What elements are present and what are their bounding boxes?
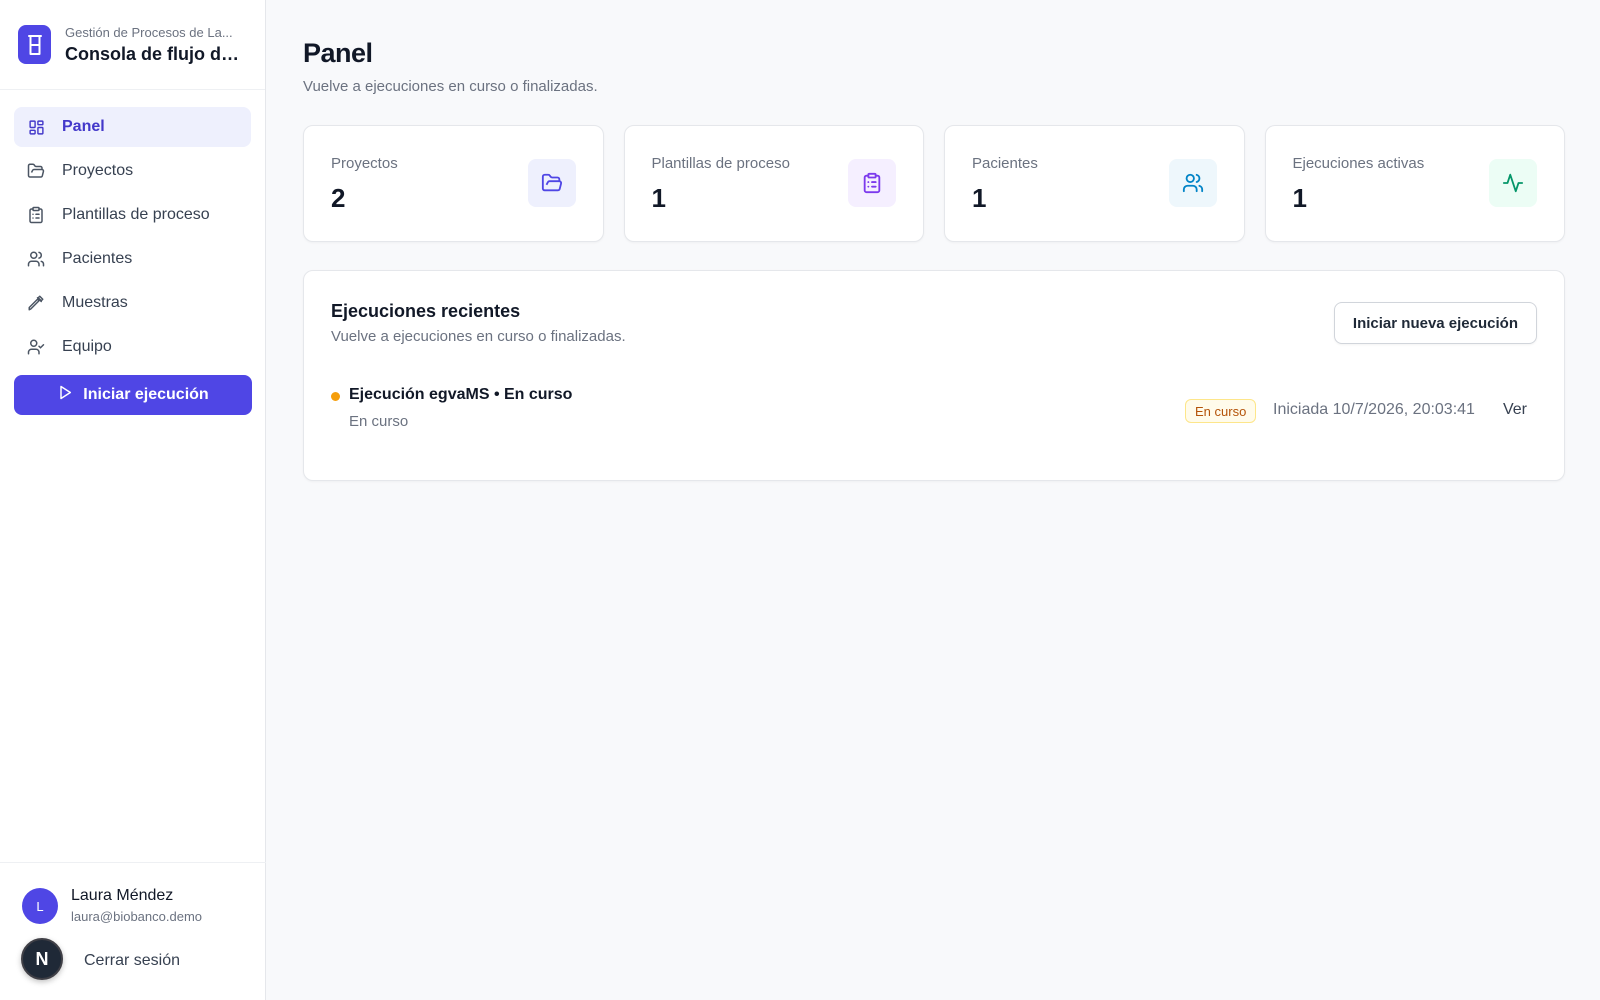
dashboard-icon (27, 118, 45, 136)
clipboard-icon (27, 206, 45, 224)
page-title: Panel (303, 38, 373, 68)
new-run-button[interactable]: Iniciar nueva ejecución (1333, 302, 1537, 344)
stat-value: 1 (1292, 183, 1307, 213)
status-badge: En curso (1185, 399, 1257, 423)
sidebar-item-label: Panel (62, 118, 105, 135)
n-badge[interactable]: N (21, 938, 63, 980)
sidebar-item-label: Plantillas de proceso (62, 206, 210, 223)
stat-card-plantillas: Plantillas de proceso 1 (623, 125, 924, 242)
users-icon (1168, 159, 1217, 207)
user-email: laura@biobanco.demo (71, 909, 203, 924)
folder-open-icon (527, 159, 576, 207)
run-started-at: Iniciada 10/7/2026, 20:03:41 (1273, 401, 1475, 418)
pipette-icon (27, 294, 45, 312)
sidebar-nav: Panel Proyectos Plantillas de proceso Pa… (0, 90, 265, 415)
stat-value: 1 (651, 183, 666, 213)
run-title: Ejecución egvaMS • En curso (349, 386, 573, 403)
avatar[interactable]: L (22, 888, 58, 924)
stat-label: Pacientes (972, 155, 1038, 172)
stat-label: Proyectos (331, 155, 398, 172)
stat-card-pacientes: Pacientes 1 (944, 125, 1245, 242)
user-area: L Laura Méndez laura@biobanco.demo N Cer… (0, 862, 266, 1000)
stat-value: 1 (972, 183, 987, 213)
clipboard-list-icon (848, 159, 896, 207)
recent-runs-title: Ejecuciones recientes (331, 301, 521, 321)
sidebar-item-label: Proyectos (62, 162, 134, 179)
sidebar-item-label: Equipo (62, 338, 112, 355)
sidebar-item-proyectos[interactable]: Proyectos (14, 151, 251, 191)
logout-button[interactable]: Cerrar sesión (84, 952, 180, 970)
stat-card-proyectos: Proyectos 2 (303, 125, 604, 242)
start-run-button[interactable]: Iniciar ejecución (14, 375, 252, 415)
folder-icon (27, 162, 45, 180)
status-dot (331, 392, 340, 401)
stat-label: Ejecuciones activas (1292, 155, 1425, 172)
list-item[interactable]: Ejecución egvaMS • En curso En curso En … (331, 383, 1539, 443)
stats-row: Proyectos 2 Plantillas de proceso 1 Paci… (303, 125, 1565, 242)
sidebar-item-plantillas[interactable]: Plantillas de proceso (14, 195, 251, 235)
run-status-text: En curso (349, 413, 409, 430)
sidebar-item-equipo[interactable]: Equipo (14, 327, 251, 367)
sidebar-item-label: Muestras (62, 294, 128, 311)
sidebar-item-panel[interactable]: Panel (14, 107, 251, 147)
brand-title: Consola de flujo de ... (65, 43, 247, 64)
view-run-link[interactable]: Ver (1503, 401, 1527, 419)
start-run-label: Iniciar ejecución (83, 386, 209, 403)
page-subtitle: Vuelve a ejecuciones en curso o finaliza… (303, 78, 598, 95)
brand-subtitle: Gestión de Procesos de La... (65, 24, 233, 40)
user-name: Laura Méndez (71, 887, 174, 904)
users-icon (27, 250, 45, 268)
recent-runs-subtitle: Vuelve a ejecuciones en curso o finaliza… (331, 328, 626, 345)
user-check-icon (27, 338, 45, 356)
brand-header: Gestión de Procesos de La... Consola de … (0, 0, 265, 90)
sidebar: Gestión de Procesos de La... Consola de … (0, 0, 266, 1000)
activity-icon (1489, 159, 1537, 207)
play-icon (57, 384, 73, 406)
stat-card-ejecuciones: Ejecuciones activas 1 (1264, 125, 1565, 242)
stat-label: Plantillas de proceso (651, 155, 790, 172)
recent-runs-card: Ejecuciones recientes Vuelve a ejecucion… (303, 270, 1565, 481)
sidebar-item-muestras[interactable]: Muestras (14, 283, 251, 323)
sidebar-item-label: Pacientes (62, 250, 133, 267)
beaker-icon (18, 25, 51, 64)
sidebar-item-pacientes[interactable]: Pacientes (14, 239, 251, 279)
stat-value: 2 (331, 183, 346, 213)
